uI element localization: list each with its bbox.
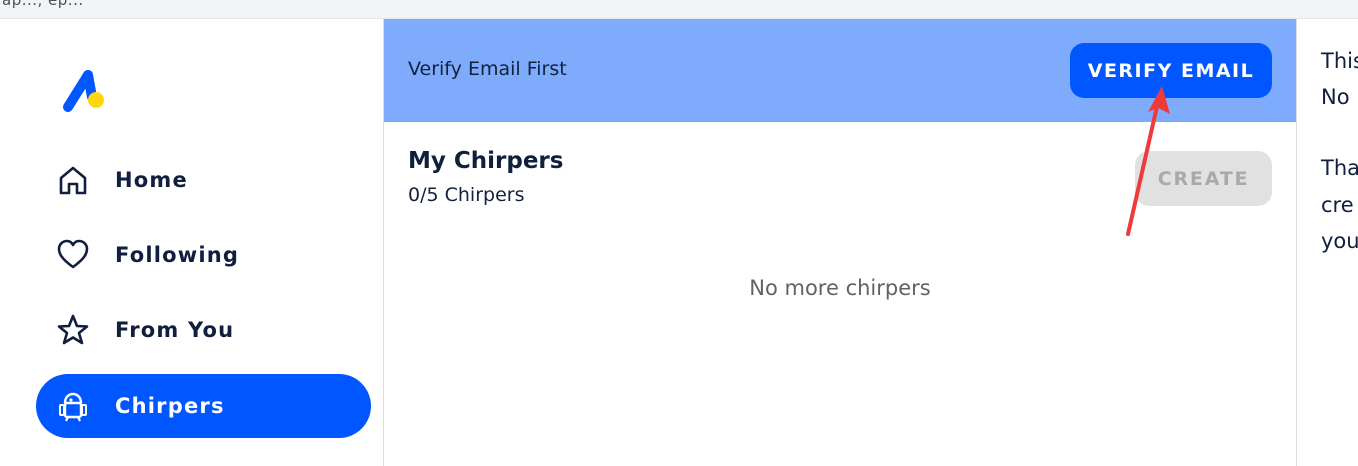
app-logo-icon[interactable] bbox=[58, 67, 108, 113]
browser-top-bar: ap..., ep... bbox=[0, 0, 1358, 19]
heart-icon bbox=[57, 239, 89, 269]
sidebar-item-from-you[interactable]: From You bbox=[36, 298, 371, 362]
right-panel-line: No bbox=[1321, 85, 1350, 109]
sidebar-item-home[interactable]: Home bbox=[36, 148, 371, 212]
verify-email-banner: Verify Email First VERIFY EMAIL bbox=[384, 19, 1296, 122]
sidebar-item-chirpers[interactable]: Chirpers bbox=[36, 374, 371, 438]
home-icon bbox=[59, 166, 87, 195]
sidebar-item-label: From You bbox=[115, 318, 235, 342]
sidebar-item-label: Chirpers bbox=[115, 394, 225, 418]
right-panel-line: This bbox=[1321, 49, 1358, 73]
sidebar-item-following[interactable]: Following bbox=[36, 223, 371, 287]
robot-icon bbox=[59, 392, 87, 422]
right-panel-line: cre bbox=[1321, 193, 1354, 217]
star-icon bbox=[57, 314, 89, 345]
chirpers-panel: My Chirpers 0/5 Chirpers CREATE No more … bbox=[384, 122, 1296, 466]
right-panel-line: you bbox=[1321, 229, 1358, 253]
sidebar-item-label: Home bbox=[115, 168, 188, 192]
create-chirper-button[interactable]: CREATE bbox=[1135, 151, 1272, 206]
banner-message: Verify Email First bbox=[408, 58, 567, 80]
page-title: My Chirpers bbox=[408, 148, 564, 174]
sidebar: Home Following From You Chirpers bbox=[0, 19, 383, 466]
right-info-panel: This No Tha cre you bbox=[1297, 19, 1358, 466]
sidebar-item-label: Following bbox=[115, 243, 240, 267]
chirper-count: 0/5 Chirpers bbox=[408, 184, 525, 206]
top-bar-text: ap..., ep... bbox=[2, 0, 84, 9]
empty-state-message: No more chirpers bbox=[749, 276, 931, 300]
right-panel-line: Tha bbox=[1321, 156, 1358, 180]
verify-email-button[interactable]: VERIFY EMAIL bbox=[1070, 43, 1272, 98]
